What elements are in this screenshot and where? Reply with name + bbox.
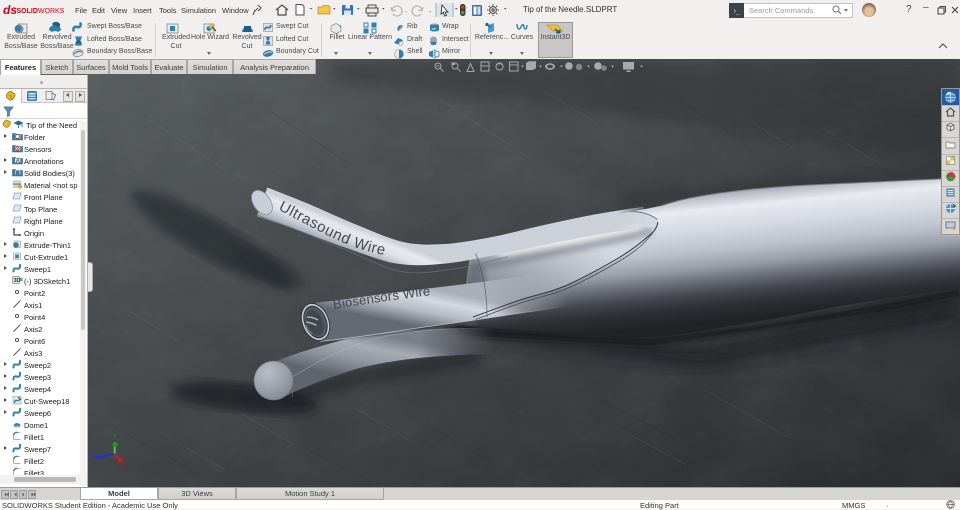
- svg-text:Y: Y: [113, 433, 118, 440]
- svg-text:A: A: [16, 159, 21, 165]
- svg-text:SOLIDWORKS: SOLIDWORKS: [17, 8, 65, 15]
- svg-text:3D: 3D: [14, 278, 21, 284]
- svg-text:X: X: [121, 464, 126, 471]
- svg-text:ab: ab: [432, 26, 437, 31]
- svg-text:Z: Z: [90, 454, 94, 461]
- svg-text:ds: ds: [3, 3, 17, 17]
